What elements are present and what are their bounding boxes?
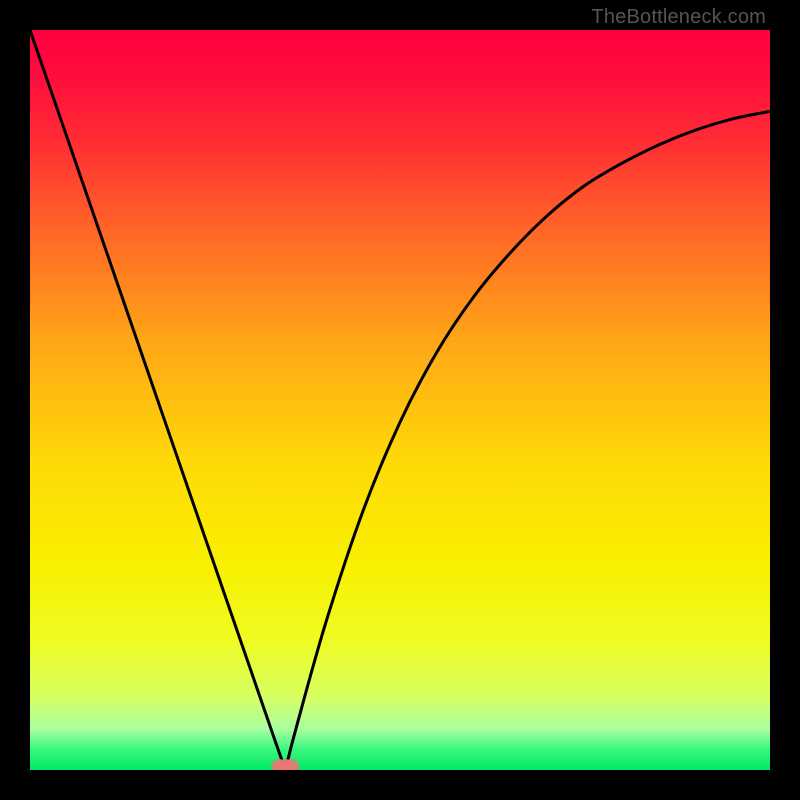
attribution-text: TheBottleneck.com bbox=[591, 6, 766, 29]
plot-area bbox=[30, 30, 770, 770]
chart-svg bbox=[30, 30, 770, 770]
gradient-background bbox=[30, 30, 770, 770]
outer-frame: TheBottleneck.com bbox=[0, 0, 800, 800]
min-marker bbox=[271, 759, 299, 770]
